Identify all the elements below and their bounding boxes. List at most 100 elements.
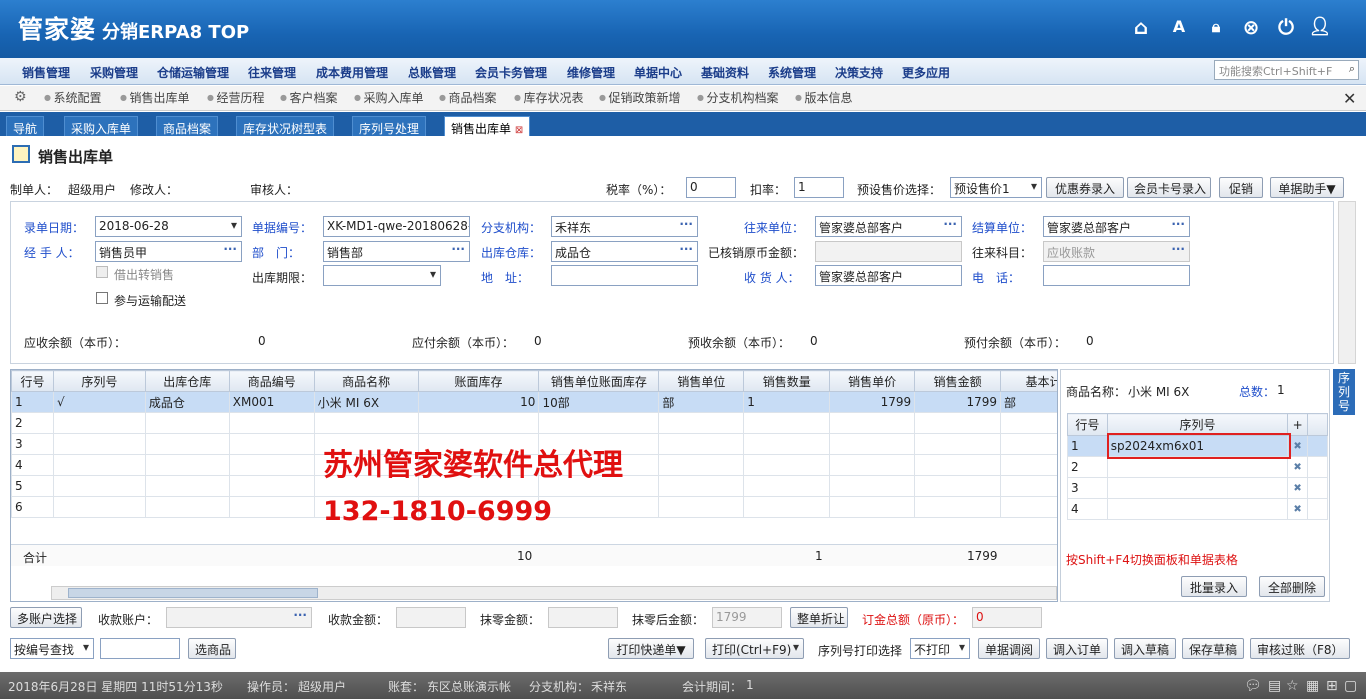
quick-customers[interactable]: 客户档案 <box>280 89 338 106</box>
grid-cell[interactable]: XM001 <box>228 391 315 413</box>
grid-cell[interactable]: 1799 <box>914 391 1002 413</box>
discount-input[interactable]: 1 <box>794 177 844 198</box>
grid-cell[interactable] <box>228 475 315 497</box>
delete-row-icon[interactable]: ✖ <box>1287 498 1309 520</box>
grid-hscrollbar[interactable] <box>51 586 1057 600</box>
font-icon[interactable]: A <box>1166 14 1192 40</box>
grid-cell[interactable] <box>144 475 230 497</box>
grid-cell[interactable]: 2 <box>11 412 54 434</box>
tax-input[interactable]: 0 <box>686 177 736 198</box>
grid-cell[interactable] <box>743 433 831 455</box>
preset-select[interactable]: 预设售价1 <box>950 177 1042 198</box>
grid-cell[interactable] <box>417 412 540 434</box>
grid-cell[interactable] <box>829 433 916 455</box>
grid-cell[interactable] <box>228 496 315 518</box>
addr-input[interactable] <box>551 265 698 286</box>
quick-products[interactable]: 商品档案 <box>439 89 497 106</box>
select-product-button[interactable]: 选商品 <box>188 638 236 659</box>
grid-col-header[interactable]: 商品名称 <box>313 370 419 392</box>
grid-cell[interactable] <box>228 454 315 476</box>
handler-input[interactable]: 销售员甲 <box>95 241 242 262</box>
settle-input[interactable]: 管家婆总部客户 <box>1043 216 1190 237</box>
power-icon[interactable]: ⏻ <box>1273 14 1299 40</box>
serial-side-tab[interactable]: 序列号 <box>1333 369 1355 415</box>
bill-helper-button[interactable]: 单据助手▼ <box>1270 177 1344 198</box>
grid-col-header[interactable]: 销售单位账面库存 <box>538 370 660 392</box>
grid-cell[interactable] <box>52 475 146 497</box>
quick-stock[interactable]: 库存状况表 <box>514 89 584 106</box>
delete-all-button[interactable]: 全部删除 <box>1259 576 1325 597</box>
serial-print-select[interactable]: 不打印 <box>910 638 970 659</box>
grid-cell[interactable] <box>914 433 1002 455</box>
quick-branches[interactable]: 分支机构档案 <box>697 89 779 106</box>
grid-cell[interactable]: 部 <box>658 391 745 413</box>
consignee-input[interactable]: 管家婆总部客户 <box>815 265 962 286</box>
table-row[interactable]: 1 √ 成品仓 XM001 小米 MI 6X 10 10部部 1 1799 1799 部 <box>11 391 1057 413</box>
grid-col-header[interactable]: 销售单位 <box>658 370 745 392</box>
grid-cell[interactable] <box>658 496 745 518</box>
grid-cell[interactable] <box>829 496 916 518</box>
grid-cell[interactable] <box>1000 496 1057 518</box>
menu-bills[interactable]: 单据中心 <box>634 64 682 81</box>
quick-version[interactable]: 版本信息 <box>795 89 853 106</box>
menu-ledger[interactable]: 总账管理 <box>408 64 456 81</box>
table-row[interactable]: 2 ✖ <box>1067 456 1328 478</box>
save-draft-button[interactable]: 保存草稿 <box>1182 638 1244 659</box>
grid-cell[interactable] <box>144 496 230 518</box>
grid-col-header[interactable]: 销售金额 <box>914 370 1002 392</box>
grid-cell[interactable]: 4 <box>11 454 54 476</box>
star-icon[interactable]: ☆ <box>1286 678 1299 694</box>
date-input[interactable]: 2018-06-28 <box>95 216 242 237</box>
close-icon[interactable]: ✕ <box>1343 89 1356 108</box>
print-button[interactable]: 打印(Ctrl+F9) <box>705 638 804 659</box>
partner-input[interactable]: 管家婆总部客户 <box>815 216 962 237</box>
grid-cell[interactable]: 6 <box>11 496 54 518</box>
menu-member[interactable]: 会员卡务管理 <box>475 64 547 81</box>
quick-purchase-in[interactable]: 采购入库单 <box>354 89 424 106</box>
grid-cell[interactable] <box>914 454 1002 476</box>
load-order-button[interactable]: 调入订单 <box>1046 638 1108 659</box>
grid-cell[interactable]: 10 <box>417 391 540 413</box>
menu-warehouse[interactable]: 仓储运输管理 <box>157 64 229 81</box>
menu-cost[interactable]: 成本费用管理 <box>316 64 388 81</box>
grid-cell[interactable] <box>829 412 916 434</box>
grid-col-header[interactable]: 出库仓库 <box>144 370 230 392</box>
menu-basic[interactable]: 基础资料 <box>701 64 749 81</box>
grid-cell[interactable] <box>829 454 916 476</box>
detail-grid[interactable]: 行号 序列号 出库仓库 商品编号 商品名称 账面库存 销售单位账面库存 销售单位 销售数量 销售单… <box>10 369 1058 602</box>
grid-col-header[interactable]: 序列号 <box>52 370 146 392</box>
quick-history[interactable]: 经营历程 <box>207 89 265 106</box>
grid-cell[interactable] <box>538 412 660 434</box>
grid-cell[interactable]: √ <box>52 391 146 413</box>
table-row[interactable]: 2 <box>11 412 1057 434</box>
grid-cell[interactable] <box>52 433 146 455</box>
grid-cell[interactable]: 成品仓 <box>144 391 230 413</box>
grid-cell[interactable] <box>658 433 745 455</box>
phone-input[interactable] <box>1043 265 1190 286</box>
grid-col-header[interactable]: 行号 <box>11 370 54 392</box>
tab-stock-tree[interactable]: 库存状况树型表 <box>236 116 335 136</box>
lock-icon[interactable]: 🔒︎ <box>1203 14 1229 40</box>
delete-row-icon[interactable]: ✖ <box>1287 477 1309 499</box>
quick-sales-out[interactable]: 销售出库单 <box>120 89 190 106</box>
grid-cell[interactable] <box>829 475 916 497</box>
print-express-button[interactable]: 打印快递单▼ <box>608 638 694 659</box>
grid-cell[interactable] <box>1000 475 1057 497</box>
grid-cell[interactable]: 部 <box>1000 391 1057 413</box>
user-icon[interactable]: 👤︎ <box>1307 14 1333 40</box>
grid-cell[interactable]: 1 <box>743 391 831 413</box>
coupon-button[interactable]: 优惠券录入 <box>1046 177 1124 198</box>
grid-cell[interactable] <box>743 454 831 476</box>
menu-repair[interactable]: 维修管理 <box>567 64 615 81</box>
grid-cell[interactable] <box>144 454 230 476</box>
menu-accounts[interactable]: 往来管理 <box>248 64 296 81</box>
menu-purchase[interactable]: 采购管理 <box>90 64 138 81</box>
quick-promo-new[interactable]: 促销政策新增 <box>599 89 681 106</box>
grid-cell[interactable] <box>228 412 315 434</box>
gear-icon[interactable]: ⚙ <box>14 89 27 105</box>
grid-cell[interactable]: 1799 <box>829 391 916 413</box>
grid-col-header[interactable]: 销售数量 <box>743 370 831 392</box>
serial-value[interactable] <box>1106 456 1289 478</box>
grid-cell[interactable]: 3 <box>11 433 54 455</box>
find-code-input[interactable] <box>100 638 180 659</box>
